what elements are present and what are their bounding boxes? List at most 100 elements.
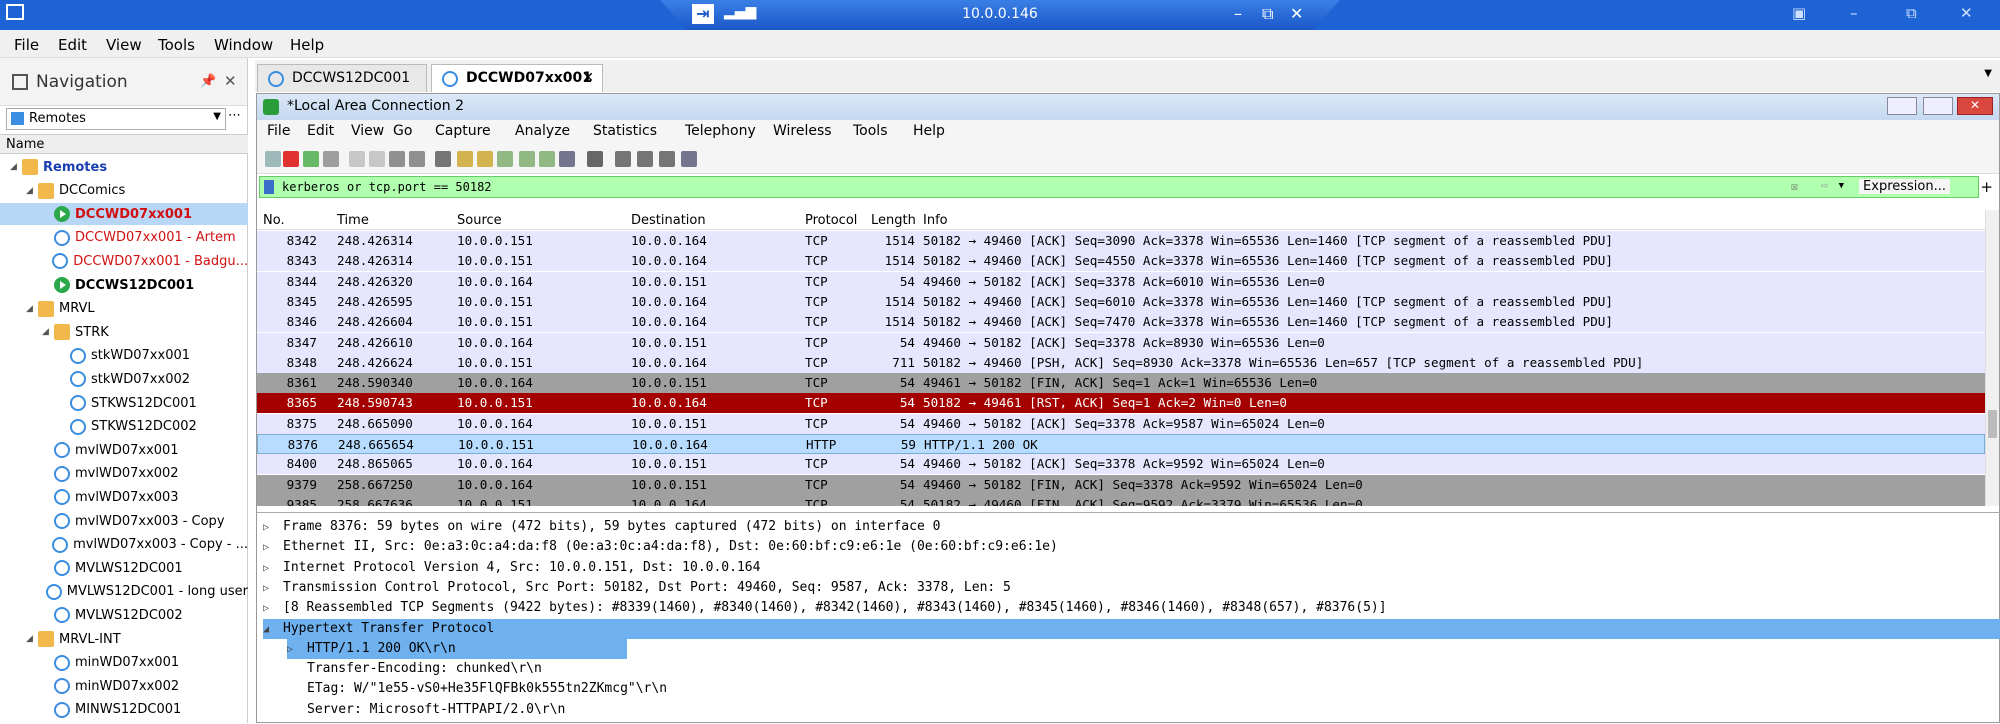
col-time[interactable]: Time xyxy=(337,213,369,228)
add-filter-button[interactable]: + xyxy=(1980,178,1993,196)
col-protocol[interactable]: Protocol xyxy=(805,213,857,228)
find-packet-icon[interactable] xyxy=(435,151,451,167)
tree-item[interactable]: DCCWD07xx001 - Badgu... xyxy=(0,250,248,272)
packet-row[interactable]: 8348 248.426624 10.0.0.151 10.0.0.164 TCP 711… xyxy=(257,352,1985,373)
resize-columns-icon[interactable] xyxy=(681,151,697,167)
ws-menu-view[interactable]: View xyxy=(351,123,384,139)
menu-tools[interactable]: Tools xyxy=(158,36,195,54)
detail-expand-icon[interactable]: ▷ xyxy=(287,644,307,655)
tree-item[interactable]: ◢ Remotes xyxy=(0,156,248,178)
restart-capture-icon[interactable] xyxy=(303,151,319,167)
menu-view[interactable]: View xyxy=(106,36,142,54)
tabs-overflow-icon[interactable]: ▼ xyxy=(1984,68,1992,79)
tab-dccws12dc001[interactable]: DCCWS12DC001 xyxy=(257,64,427,92)
detail-expand-icon[interactable]: ◢ xyxy=(263,624,283,635)
packet-row[interactable]: 8344 248.426320 10.0.0.164 10.0.0.151 TCP 54 4… xyxy=(257,271,1985,292)
reload-icon[interactable] xyxy=(409,151,425,167)
expand-icon[interactable]: ◢ xyxy=(26,186,38,196)
detail-expand-icon[interactable]: ▷ xyxy=(263,542,283,553)
detail-line[interactable]: ▷ Internet Protocol Version 4, Src: 10.0.… xyxy=(263,558,760,578)
zoom-out-icon[interactable] xyxy=(637,151,653,167)
packet-list-scrollbar[interactable] xyxy=(1985,210,1999,506)
detail-line[interactable]: ETag: W/"1e55-vS0+He35FlQFBk0k555tn2ZKmc… xyxy=(287,679,667,699)
tree-item[interactable]: STKWS12DC002 xyxy=(0,416,248,438)
packet-row[interactable]: 8342 248.426314 10.0.0.151 10.0.0.164 TCP 151… xyxy=(257,231,1985,251)
tree-item[interactable]: STKWS12DC001 xyxy=(0,392,248,414)
minimize-icon[interactable]: – xyxy=(1234,4,1242,23)
ws-menu-capture[interactable]: Capture xyxy=(435,123,491,139)
menu-edit[interactable]: Edit xyxy=(58,36,87,54)
ws-menu-wireless[interactable]: Wireless xyxy=(773,123,832,139)
go-forward-icon[interactable] xyxy=(477,151,493,167)
ws-menu-edit[interactable]: Edit xyxy=(307,123,334,139)
filter-history-icon[interactable]: ▼ xyxy=(1839,181,1844,191)
packet-row[interactable]: 8347 248.426610 10.0.0.164 10.0.0.151 TCP 54 4… xyxy=(257,332,1985,353)
tree-item[interactable]: minWD07xx001 xyxy=(0,652,248,674)
stop-capture-icon[interactable] xyxy=(283,151,299,167)
tree-item[interactable]: mvlWD07xx003 - Copy - ... xyxy=(0,534,248,556)
col-length[interactable]: Length xyxy=(871,213,916,228)
tree-item[interactable]: ◢ DCComics xyxy=(0,180,248,202)
detail-line[interactable]: Server: Microsoft-HTTPAPI/2.0\r\n xyxy=(287,700,565,720)
name-column-header[interactable]: Name xyxy=(0,134,248,154)
tab-dccwd07xx001[interactable]: DCCWD07xx001 ✕ xyxy=(431,64,603,92)
ws-menu-statistics[interactable]: Statistics xyxy=(593,123,657,139)
tree-item[interactable]: ◢ MRVL-INT xyxy=(0,628,248,650)
expand-icon[interactable]: ◢ xyxy=(10,162,22,172)
packet-row[interactable]: 8376 248.665654 10.0.0.151 10.0.0.164 HTTP 59… xyxy=(257,434,1985,454)
packet-row[interactable]: 8365 248.590743 10.0.0.151 10.0.0.164 TCP 54 5… xyxy=(257,393,1985,414)
tree-item[interactable]: mvlWD07xx001 xyxy=(0,439,248,461)
chevron-down-icon[interactable]: ▼ xyxy=(213,111,221,122)
clear-filter-icon[interactable]: ☒ xyxy=(1791,179,1798,193)
zoom-in-icon[interactable] xyxy=(615,151,631,167)
pin-panel-icon[interactable]: 📌 xyxy=(200,74,216,89)
packet-row[interactable]: 9379 258.667250 10.0.0.164 10.0.0.151 TCP 54 4… xyxy=(257,474,1985,495)
colorize-icon[interactable] xyxy=(587,151,603,167)
menu-help[interactable]: Help xyxy=(290,36,324,54)
bookmark-icon[interactable] xyxy=(264,180,274,194)
close-panel-icon[interactable]: ✕ xyxy=(224,72,237,90)
ws-menu-go[interactable]: Go xyxy=(393,123,412,139)
restore-icon[interactable]: ⧉ xyxy=(1262,4,1273,24)
col-destination[interactable]: Destination xyxy=(631,213,706,228)
apply-filter-icon[interactable]: ⇨ xyxy=(1821,178,1828,192)
menu-file[interactable]: File xyxy=(14,36,39,54)
app-minimize-icon[interactable]: – xyxy=(1850,4,1858,22)
packet-row[interactable]: 8400 248.865065 10.0.0.164 10.0.0.151 TCP 54 4… xyxy=(257,454,1985,475)
expand-icon[interactable]: ◢ xyxy=(26,634,38,644)
ws-menu-tools[interactable]: Tools xyxy=(853,123,888,139)
more-options-icon[interactable]: ⋯ xyxy=(228,108,241,123)
close-icon[interactable]: ✕ xyxy=(1290,4,1303,23)
ws-menu-help[interactable]: Help xyxy=(913,123,945,139)
ws-close-button[interactable]: ✕ xyxy=(1957,97,1993,115)
app-close-icon[interactable]: ✕ xyxy=(1960,4,1973,22)
detail-line[interactable]: ◢ Hypertext Transfer Protocol xyxy=(263,618,2000,639)
detail-expand-icon[interactable]: ▷ xyxy=(263,583,283,594)
packet-row[interactable]: 8345 248.426595 10.0.0.151 10.0.0.164 TCP 151… xyxy=(257,291,1985,312)
close-file-icon[interactable] xyxy=(389,151,405,167)
col-info[interactable]: Info xyxy=(923,213,948,228)
ws-menu-file[interactable]: File xyxy=(267,123,290,139)
packet-row[interactable]: 8361 248.590340 10.0.0.164 10.0.0.151 TCP 54 4… xyxy=(257,373,1985,394)
detail-expand-icon[interactable]: ▷ xyxy=(263,522,283,533)
display-filter-input[interactable]: kerberos or tcp.port == 50182 ☒ ⇨ ▼ Expr… xyxy=(259,176,1979,198)
go-to-packet-icon[interactable] xyxy=(497,151,513,167)
packet-row[interactable]: 8346 248.426604 10.0.0.151 10.0.0.164 TCP 151… xyxy=(257,312,1985,333)
packet-row[interactable]: 9385 258.667636 10.0.0.151 10.0.0.164 TCP 54 5… xyxy=(257,494,1985,506)
tree-item[interactable]: mvlWD07xx003 - Copy xyxy=(0,510,248,532)
col-source[interactable]: Source xyxy=(457,213,502,228)
detail-line[interactable]: ▷ Transmission Control Protocol, Src Port… xyxy=(263,578,1011,598)
ws-menu-analyze[interactable]: Analyze xyxy=(515,123,570,139)
go-last-icon[interactable] xyxy=(539,151,555,167)
tree-item[interactable]: stkWD07xx002 xyxy=(0,368,248,390)
remotes-combo[interactable]: Remotes ▼ xyxy=(6,108,226,130)
detail-line[interactable]: ▷ HTTP/1.1 200 OK\r\n xyxy=(287,638,627,659)
window-layout-icon[interactable]: ▣ xyxy=(1792,4,1806,22)
go-back-icon[interactable] xyxy=(457,151,473,167)
save-file-icon[interactable] xyxy=(369,151,385,167)
tree-item[interactable]: mvlWD07xx002 xyxy=(0,463,248,485)
ws-menu-telephony[interactable]: Telephony xyxy=(685,123,756,139)
tree-item[interactable]: mvlWD07xx003 xyxy=(0,486,248,508)
detail-expand-icon[interactable]: ▷ xyxy=(263,563,283,574)
detail-line[interactable]: ▷ Ethernet II, Src: 0e:a3:0c:a4:da:f8 (0e… xyxy=(263,537,1058,557)
